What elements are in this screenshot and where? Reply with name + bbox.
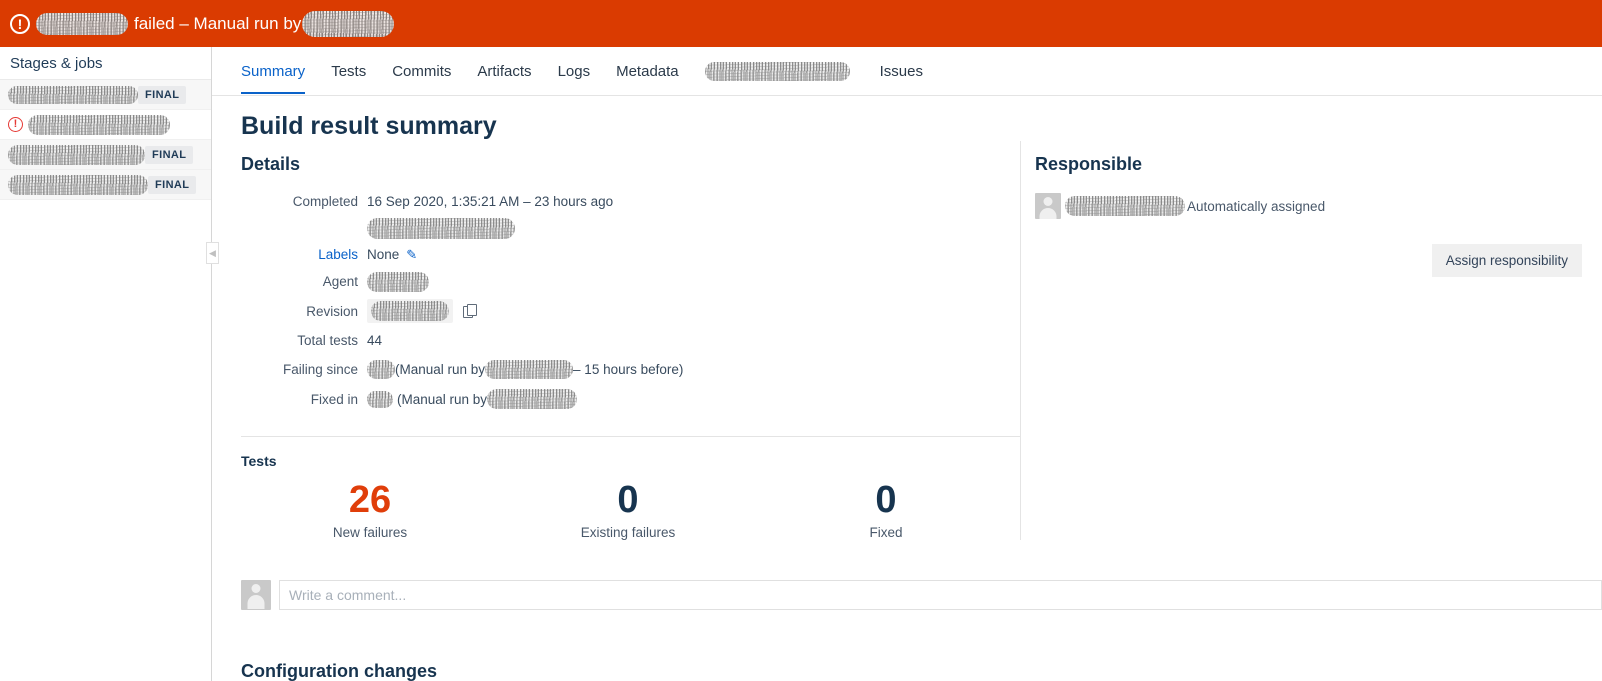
sidebar-header: Stages & jobs — [0, 47, 211, 80]
avatar — [1035, 193, 1061, 219]
tests-heading: Tests — [241, 453, 1020, 469]
sidebar-item-1-badge: FINAL — [138, 86, 186, 104]
detail-row-total-tests: Total tests 44 — [241, 326, 1020, 354]
detail-value-total-tests: 44 — [367, 333, 382, 348]
banner-status-text: failed – Manual run by — [134, 14, 301, 34]
detail-label-completed: Completed — [241, 194, 367, 209]
sidebar-item-2-name-redacted — [28, 115, 170, 135]
existing-failures-count: 0 — [499, 481, 757, 521]
detail-row-revision: Revision — [241, 296, 1020, 326]
detail-label-failing-since: Failing since — [241, 362, 367, 377]
sidebar-item-4-name-redacted — [8, 175, 148, 195]
tests-stats: 26 New failures 0 Existing failures 0 Fi… — [241, 481, 1020, 540]
detail-value-revision-redacted — [371, 301, 449, 321]
sidebar-item-stage-4[interactable]: FINAL — [0, 170, 211, 200]
tab-summary[interactable]: Summary — [241, 49, 305, 94]
assign-responsibility-button[interactable]: Assign responsibility — [1432, 244, 1582, 277]
tab-artifacts-label: Artifacts — [477, 63, 531, 80]
tab-summary-label: Summary — [241, 63, 305, 80]
comment-avatar — [241, 580, 271, 610]
tab-issues-label: Issues — [880, 63, 923, 80]
details-column: Details Completed 16 Sep 2020, 1:35:21 A… — [241, 141, 1020, 540]
detail-label-fixed-in: Fixed in — [241, 392, 367, 407]
comment-input[interactable] — [279, 580, 1602, 610]
tab-metadata[interactable]: Metadata — [616, 49, 679, 94]
detail-value-completed: 16 Sep 2020, 1:35:21 AM – 23 hours ago — [367, 194, 613, 209]
fixed-in-build-redacted — [367, 391, 393, 408]
failing-since-build-redacted — [367, 360, 395, 379]
details-heading: Details — [241, 154, 1020, 175]
tab-artifacts[interactable]: Artifacts — [477, 49, 531, 94]
tab-redacted-label-redacted — [705, 62, 850, 81]
build-tabs: Summary Tests Commits Artifacts Logs Met… — [212, 47, 1602, 96]
fixed-label: Fixed — [757, 525, 1015, 540]
detail-label-agent: Agent — [241, 274, 367, 289]
sidebar-item-stage-3[interactable]: FINAL — [0, 140, 211, 170]
comment-row — [241, 580, 1602, 610]
details-divider — [241, 436, 1020, 437]
detail-row-redacted — [241, 214, 1020, 242]
tab-tests-label: Tests — [331, 63, 366, 80]
stages-jobs-sidebar: Stages & jobs FINAL ! FINAL FINAL — [0, 47, 212, 681]
error-circle-icon: ! — [8, 117, 23, 132]
banner-user-redacted — [302, 11, 394, 37]
detail-value-labels: None — [367, 247, 399, 262]
fixed-in-text: (Manual run by — [397, 392, 487, 407]
tab-logs[interactable]: Logs — [558, 49, 591, 94]
tab-tests[interactable]: Tests — [331, 49, 366, 94]
detail-value-agent-redacted — [367, 272, 429, 292]
copy-icon[interactable] — [463, 304, 477, 318]
test-stat-existing-failures: 0 Existing failures — [499, 481, 757, 540]
detail-row-completed: Completed 16 Sep 2020, 1:35:21 AM – 23 h… — [241, 189, 1020, 214]
detail-row-labels: Labels None ✎ — [241, 242, 1020, 267]
sidebar-item-stage-1[interactable]: FINAL — [0, 80, 211, 110]
sidebar-item-1-name-redacted — [8, 86, 138, 104]
tab-commits-label: Commits — [392, 63, 451, 80]
tab-metadata-label: Metadata — [616, 63, 679, 80]
failing-since-user-redacted — [485, 360, 573, 379]
detail-value-redacted — [367, 218, 515, 239]
new-failures-count: 26 — [241, 481, 499, 521]
new-failures-label: New failures — [241, 525, 499, 540]
responsible-column: Responsible Automatically assigned Assig… — [1020, 141, 1602, 540]
fixed-count: 0 — [757, 481, 1015, 521]
details-list: Completed 16 Sep 2020, 1:35:21 AM – 23 h… — [241, 189, 1020, 414]
responsible-person: Automatically assigned — [1035, 193, 1602, 219]
configuration-changes-heading: Configuration changes — [241, 661, 437, 681]
detail-label-total-tests: Total tests — [241, 333, 367, 348]
build-status-banner: ! failed – Manual run by — [0, 0, 1602, 47]
page-title: Build result summary — [241, 112, 1602, 141]
sidebar-item-4-badge: FINAL — [148, 176, 196, 194]
tab-logs-label: Logs — [558, 63, 591, 80]
tab-issues[interactable]: Issues — [880, 49, 923, 94]
tab-commits[interactable]: Commits — [392, 49, 451, 94]
fixed-in-user-redacted — [487, 389, 577, 409]
responsible-name-redacted — [1065, 196, 1185, 216]
responsible-heading: Responsible — [1035, 154, 1602, 175]
detail-label-revision: Revision — [241, 304, 367, 319]
detail-row-failing-since: Failing since (Manual run by – 15 hours … — [241, 354, 1020, 384]
existing-failures-label: Existing failures — [499, 525, 757, 540]
banner-build-name-redacted — [36, 13, 128, 35]
detail-row-fixed-in: Fixed in (Manual run by — [241, 384, 1020, 414]
detail-label-labels[interactable]: Labels — [241, 247, 367, 262]
test-stat-new-failures: 26 New failures — [241, 481, 499, 540]
summary-columns: Details Completed 16 Sep 2020, 1:35:21 A… — [241, 141, 1602, 540]
error-circle-icon: ! — [10, 14, 30, 34]
detail-row-agent: Agent — [241, 267, 1020, 296]
tab-redacted[interactable] — [705, 48, 850, 95]
failing-since-suffix: – 15 hours before) — [573, 362, 683, 377]
sidebar-item-stage-2[interactable]: ! — [0, 110, 211, 140]
test-stat-fixed: 0 Fixed — [757, 481, 1015, 540]
responsible-assignment-note: Automatically assigned — [1187, 199, 1325, 214]
failing-since-text: (Manual run by — [395, 362, 485, 377]
sidebar-item-3-name-redacted — [8, 145, 145, 165]
pencil-edit-icon[interactable]: ✎ — [406, 247, 417, 263]
sidebar-item-3-badge: FINAL — [145, 146, 193, 164]
